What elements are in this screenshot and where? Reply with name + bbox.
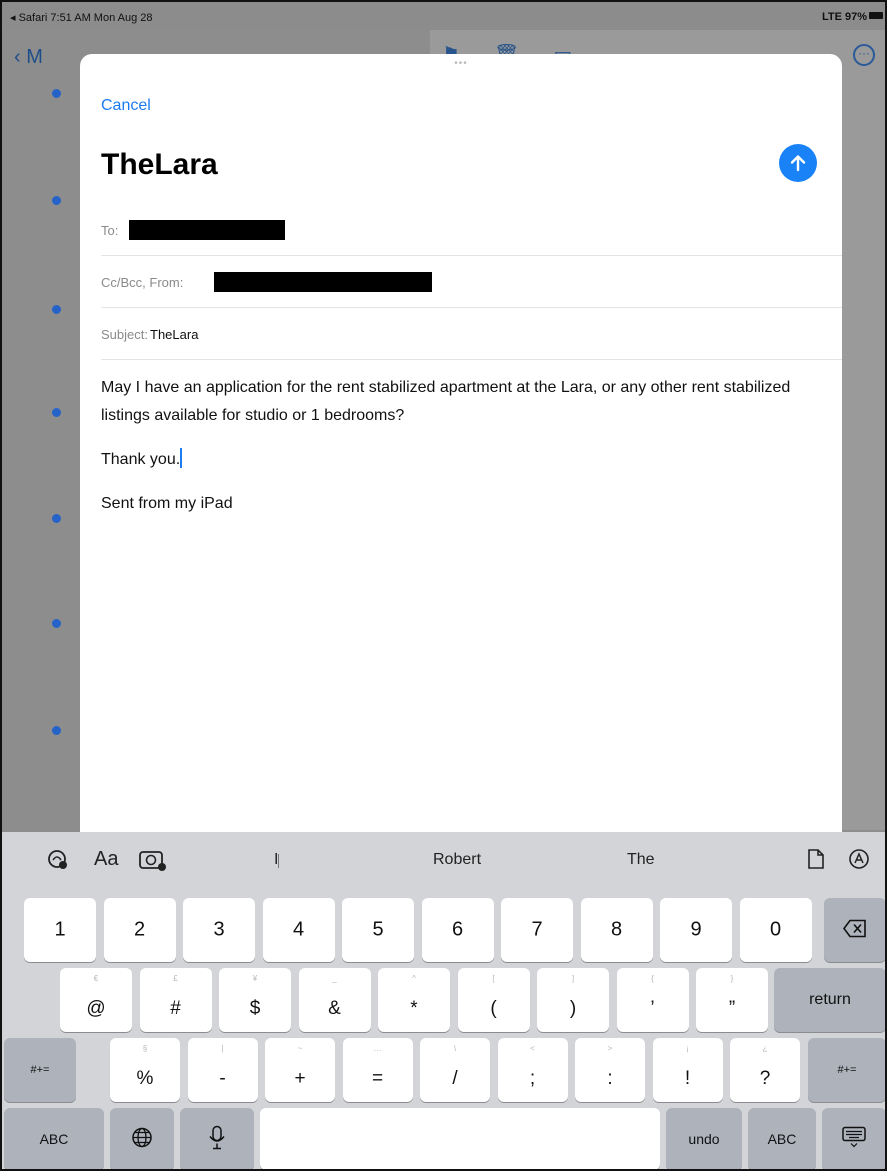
body-paragraph: May I have an application for the rent s… <box>101 379 791 424</box>
redacted-sender <box>214 272 432 292</box>
globe-icon <box>110 1127 174 1152</box>
subject-label: Subject: <box>101 327 148 342</box>
symbol-key[interactable]: §% <box>110 1038 180 1102</box>
symbols-toggle-left[interactable]: #+= <box>4 1038 76 1102</box>
signature: Sent from my iPad <box>101 495 233 512</box>
camera-scan-icon[interactable] <box>138 848 168 878</box>
key-1[interactable]: 1 <box>24 898 96 962</box>
keyboard-toolbar: Aa I Robert The <box>2 832 885 888</box>
symbol-key[interactable]: ¿? <box>730 1038 800 1102</box>
symbol-key[interactable]: }” <box>696 968 768 1032</box>
symbol-key[interactable]: <; <box>497 1038 568 1102</box>
microphone-icon <box>180 1125 254 1153</box>
suggestion-1[interactable]: I <box>274 851 278 869</box>
symbol-key[interactable]: ¥ $ <box>219 968 291 1032</box>
mailboxes-back: ‹ M <box>14 46 43 68</box>
keyboard-dismiss-icon <box>822 1126 885 1152</box>
redacted-recipient <box>129 220 285 240</box>
compose-title: TheLara <box>101 148 218 181</box>
symbol-key[interactable]: ]) <box>537 968 609 1032</box>
hide-keyboard-key[interactable] <box>822 1108 885 1169</box>
symbol-key[interactable]: _ & <box>298 968 371 1032</box>
send-button[interactable] <box>779 144 817 182</box>
globe-key[interactable] <box>110 1108 174 1169</box>
signal-battery: LTE 97% <box>821 11 867 23</box>
symbol-key[interactable]: £ # <box>139 968 212 1032</box>
status-back-and-time[interactable]: ◂ Safari 7:51 AM Mon Aug 28 <box>10 11 153 24</box>
unread-dot <box>52 305 61 314</box>
back-to-safari[interactable]: ◂ Safari <box>10 12 47 24</box>
attach-file-icon[interactable] <box>806 848 826 876</box>
delete-key[interactable] <box>824 898 885 962</box>
status-bar: ◂ Safari 7:51 AM Mon Aug 28 LTE 97% <box>2 2 885 30</box>
abc-key-left[interactable]: ABC <box>4 1108 104 1169</box>
key-8[interactable]: 8 <box>580 898 653 962</box>
key-5[interactable]: 5 <box>342 898 414 962</box>
symbol-key[interactable]: … = <box>342 1038 413 1102</box>
return-label: return <box>809 991 851 1008</box>
keyboard: Aa I Robert The 1234567890 € @ £ # ¥ $ _ & ^ *[(]… <box>2 832 885 1169</box>
suggestion-2[interactable]: Robert <box>433 851 481 869</box>
key-2[interactable]: 2 <box>103 898 176 962</box>
symbol-key[interactable]: | - <box>187 1038 258 1102</box>
key-4[interactable]: 4 <box>262 898 335 962</box>
text-cursor <box>180 448 183 468</box>
abc-key-right[interactable]: ABC <box>748 1108 816 1169</box>
symbol-key[interactable]: {’ <box>616 968 689 1032</box>
symbol-key[interactable]: >: <box>575 1038 645 1102</box>
return-key[interactable]: return <box>774 968 885 1032</box>
message-body[interactable]: May I have an application for the rent s… <box>101 374 831 534</box>
to-field[interactable]: To: <box>101 204 842 256</box>
subject-value[interactable]: TheLara <box>150 327 198 342</box>
cc-bcc-from-label: Cc/Bcc, From: <box>101 275 184 290</box>
compose-sheet: ••• Cancel TheLara To: Cc/Bcc, From: Sub… <box>80 54 842 832</box>
symbol-key[interactable]: ^ * <box>378 968 450 1032</box>
unread-dot <box>52 408 61 417</box>
unread-dot <box>52 196 61 205</box>
more-icon: ··· <box>853 44 875 66</box>
key-6[interactable]: 6 <box>421 898 494 962</box>
battery-icon <box>869 12 883 19</box>
unread-dot <box>52 619 61 628</box>
symbol-key[interactable]: ¡! <box>652 1038 723 1102</box>
arrow-up-icon <box>790 155 806 172</box>
dictation-key[interactable] <box>180 1108 254 1169</box>
sheet-grabber[interactable]: ••• <box>444 58 478 69</box>
markup-icon[interactable] <box>848 848 870 876</box>
screen: ◂ Safari 7:51 AM Mon Aug 28 LTE 97% ‹ M … <box>0 0 887 1171</box>
time-date: 7:51 AM Mon Aug 28 <box>50 12 153 24</box>
emoji-search-icon[interactable] <box>46 848 70 878</box>
symbols-toggle-right[interactable]: #+= <box>808 1038 885 1102</box>
suggestion-3[interactable]: The <box>627 851 655 869</box>
unread-dot <box>52 514 61 523</box>
space-bar[interactable] <box>260 1108 660 1169</box>
key-9[interactable]: 9 <box>660 898 732 962</box>
symbol-key[interactable]: € @ <box>60 968 132 1032</box>
undo-key[interactable]: undo <box>666 1108 742 1169</box>
to-label: To: <box>101 223 119 238</box>
cc-bcc-from-field[interactable]: Cc/Bcc, From: <box>101 256 842 308</box>
unread-dot <box>52 89 61 98</box>
key-7[interactable]: 7 <box>501 898 573 962</box>
text-format-button[interactable]: Aa <box>94 848 118 871</box>
subject-field[interactable]: Subject: TheLara <box>101 308 842 360</box>
symbol-key[interactable]: [( <box>457 968 530 1032</box>
body-closing: Thank you. <box>101 446 831 474</box>
unread-dot <box>52 726 61 735</box>
key-0[interactable]: 0 <box>739 898 812 962</box>
cancel-button[interactable]: Cancel <box>101 97 151 115</box>
symbol-key[interactable]: \ / <box>420 1038 490 1102</box>
key-3[interactable]: 3 <box>183 898 255 962</box>
symbol-key[interactable]: ~ + <box>265 1038 335 1102</box>
delete-icon <box>824 919 885 942</box>
